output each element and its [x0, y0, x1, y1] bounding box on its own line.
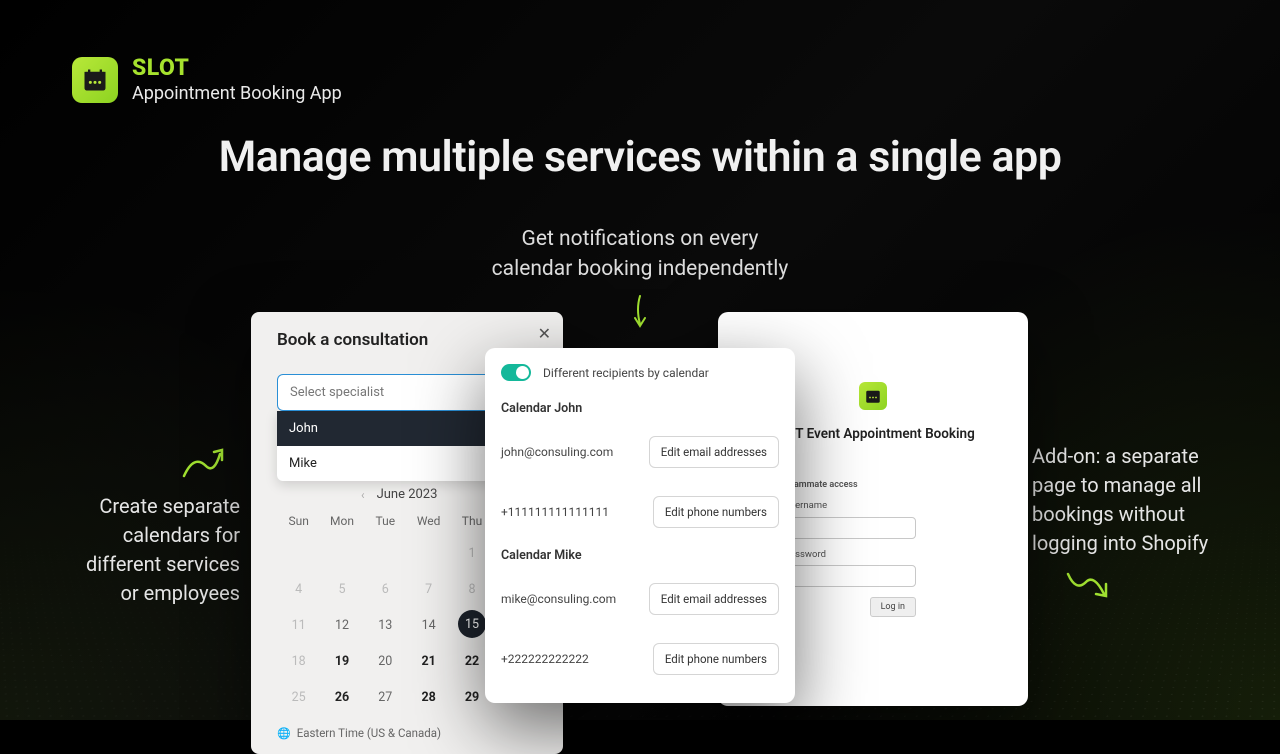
page-subtitle: Get notifications on everycalendar booki…: [0, 224, 1280, 285]
timezone-label: Eastern Time (US & Canada): [251, 722, 563, 740]
edit-email-mike-button[interactable]: Edit email addresses: [649, 583, 779, 615]
calendar-day[interactable]: 19: [320, 646, 363, 676]
calendar-day[interactable]: 21: [407, 646, 450, 676]
calendar-day[interactable]: 5: [320, 574, 363, 604]
calendar-day[interactable]: 20: [364, 646, 407, 676]
john-email: john@consuling.com: [501, 445, 613, 459]
caption-right: Add-on: a separate page to manage all bo…: [1032, 442, 1242, 558]
brand-name: SLOT: [132, 56, 342, 79]
login-logo: [859, 382, 887, 410]
brand-subtitle: Appointment Booking App: [132, 83, 342, 104]
calendar-john-label: Calendar John: [485, 395, 795, 422]
calendar-day[interactable]: 7: [407, 574, 450, 604]
edit-phone-john-button[interactable]: Edit phone numbers: [653, 496, 779, 528]
edit-email-john-button[interactable]: Edit email addresses: [649, 436, 779, 468]
recipients-panel: Different recipients by calendar Calenda…: [485, 348, 795, 703]
calendar-day: [320, 538, 363, 568]
login-button[interactable]: Log in: [870, 597, 916, 617]
password-input[interactable]: [784, 565, 916, 587]
calendar-day[interactable]: 28: [407, 682, 450, 712]
edit-phone-mike-button[interactable]: Edit phone numbers: [653, 643, 779, 675]
calendar-mike-label: Calendar Mike: [485, 542, 795, 569]
calendar-day[interactable]: 25: [277, 682, 320, 712]
mike-phone: +222222222222: [501, 652, 589, 666]
calendar-day[interactable]: 4: [277, 574, 320, 604]
brand-logo: [72, 57, 118, 103]
booking-title: Book a consultation: [251, 330, 563, 350]
calendar-day: [277, 538, 320, 568]
squiggle-right-icon: [1062, 568, 1110, 604]
brand-header: SLOT Appointment Booking App: [72, 56, 342, 104]
month-label: June 2023: [377, 487, 438, 502]
close-icon[interactable]: ✕: [538, 324, 551, 343]
calendar-day[interactable]: 26: [320, 682, 363, 712]
calendar-day[interactable]: 11: [277, 610, 320, 640]
mike-email: mike@consuling.com: [501, 592, 616, 606]
username-label: Username: [784, 500, 916, 511]
page-title: Manage multiple services within a single…: [0, 132, 1280, 182]
calendar-day[interactable]: 6: [364, 574, 407, 604]
arrow-down-icon: [632, 294, 648, 340]
recipients-toggle-label: Different recipients by calendar: [543, 366, 709, 380]
password-label: Password: [784, 549, 916, 560]
calendar-day[interactable]: 18: [277, 646, 320, 676]
username-input[interactable]: [784, 517, 916, 539]
calendar-day[interactable]: 12: [320, 610, 363, 640]
calendar-day[interactable]: 15: [458, 610, 486, 638]
calendar-day[interactable]: 13: [364, 610, 407, 640]
login-title: SLOT Event Appointment Booking: [771, 426, 975, 442]
john-phone: +111111111111111: [501, 505, 609, 519]
squiggle-left-icon: [180, 446, 228, 482]
caption-left: Create separate calendars for different …: [40, 492, 240, 608]
calendar-day[interactable]: 14: [407, 610, 450, 640]
calendar-day: [407, 538, 450, 568]
prev-month-button[interactable]: ‹: [361, 488, 365, 502]
calendar-day: [364, 538, 407, 568]
login-section: Teammate access: [784, 480, 916, 490]
recipients-toggle[interactable]: [501, 364, 531, 381]
calendar-day[interactable]: 27: [364, 682, 407, 712]
